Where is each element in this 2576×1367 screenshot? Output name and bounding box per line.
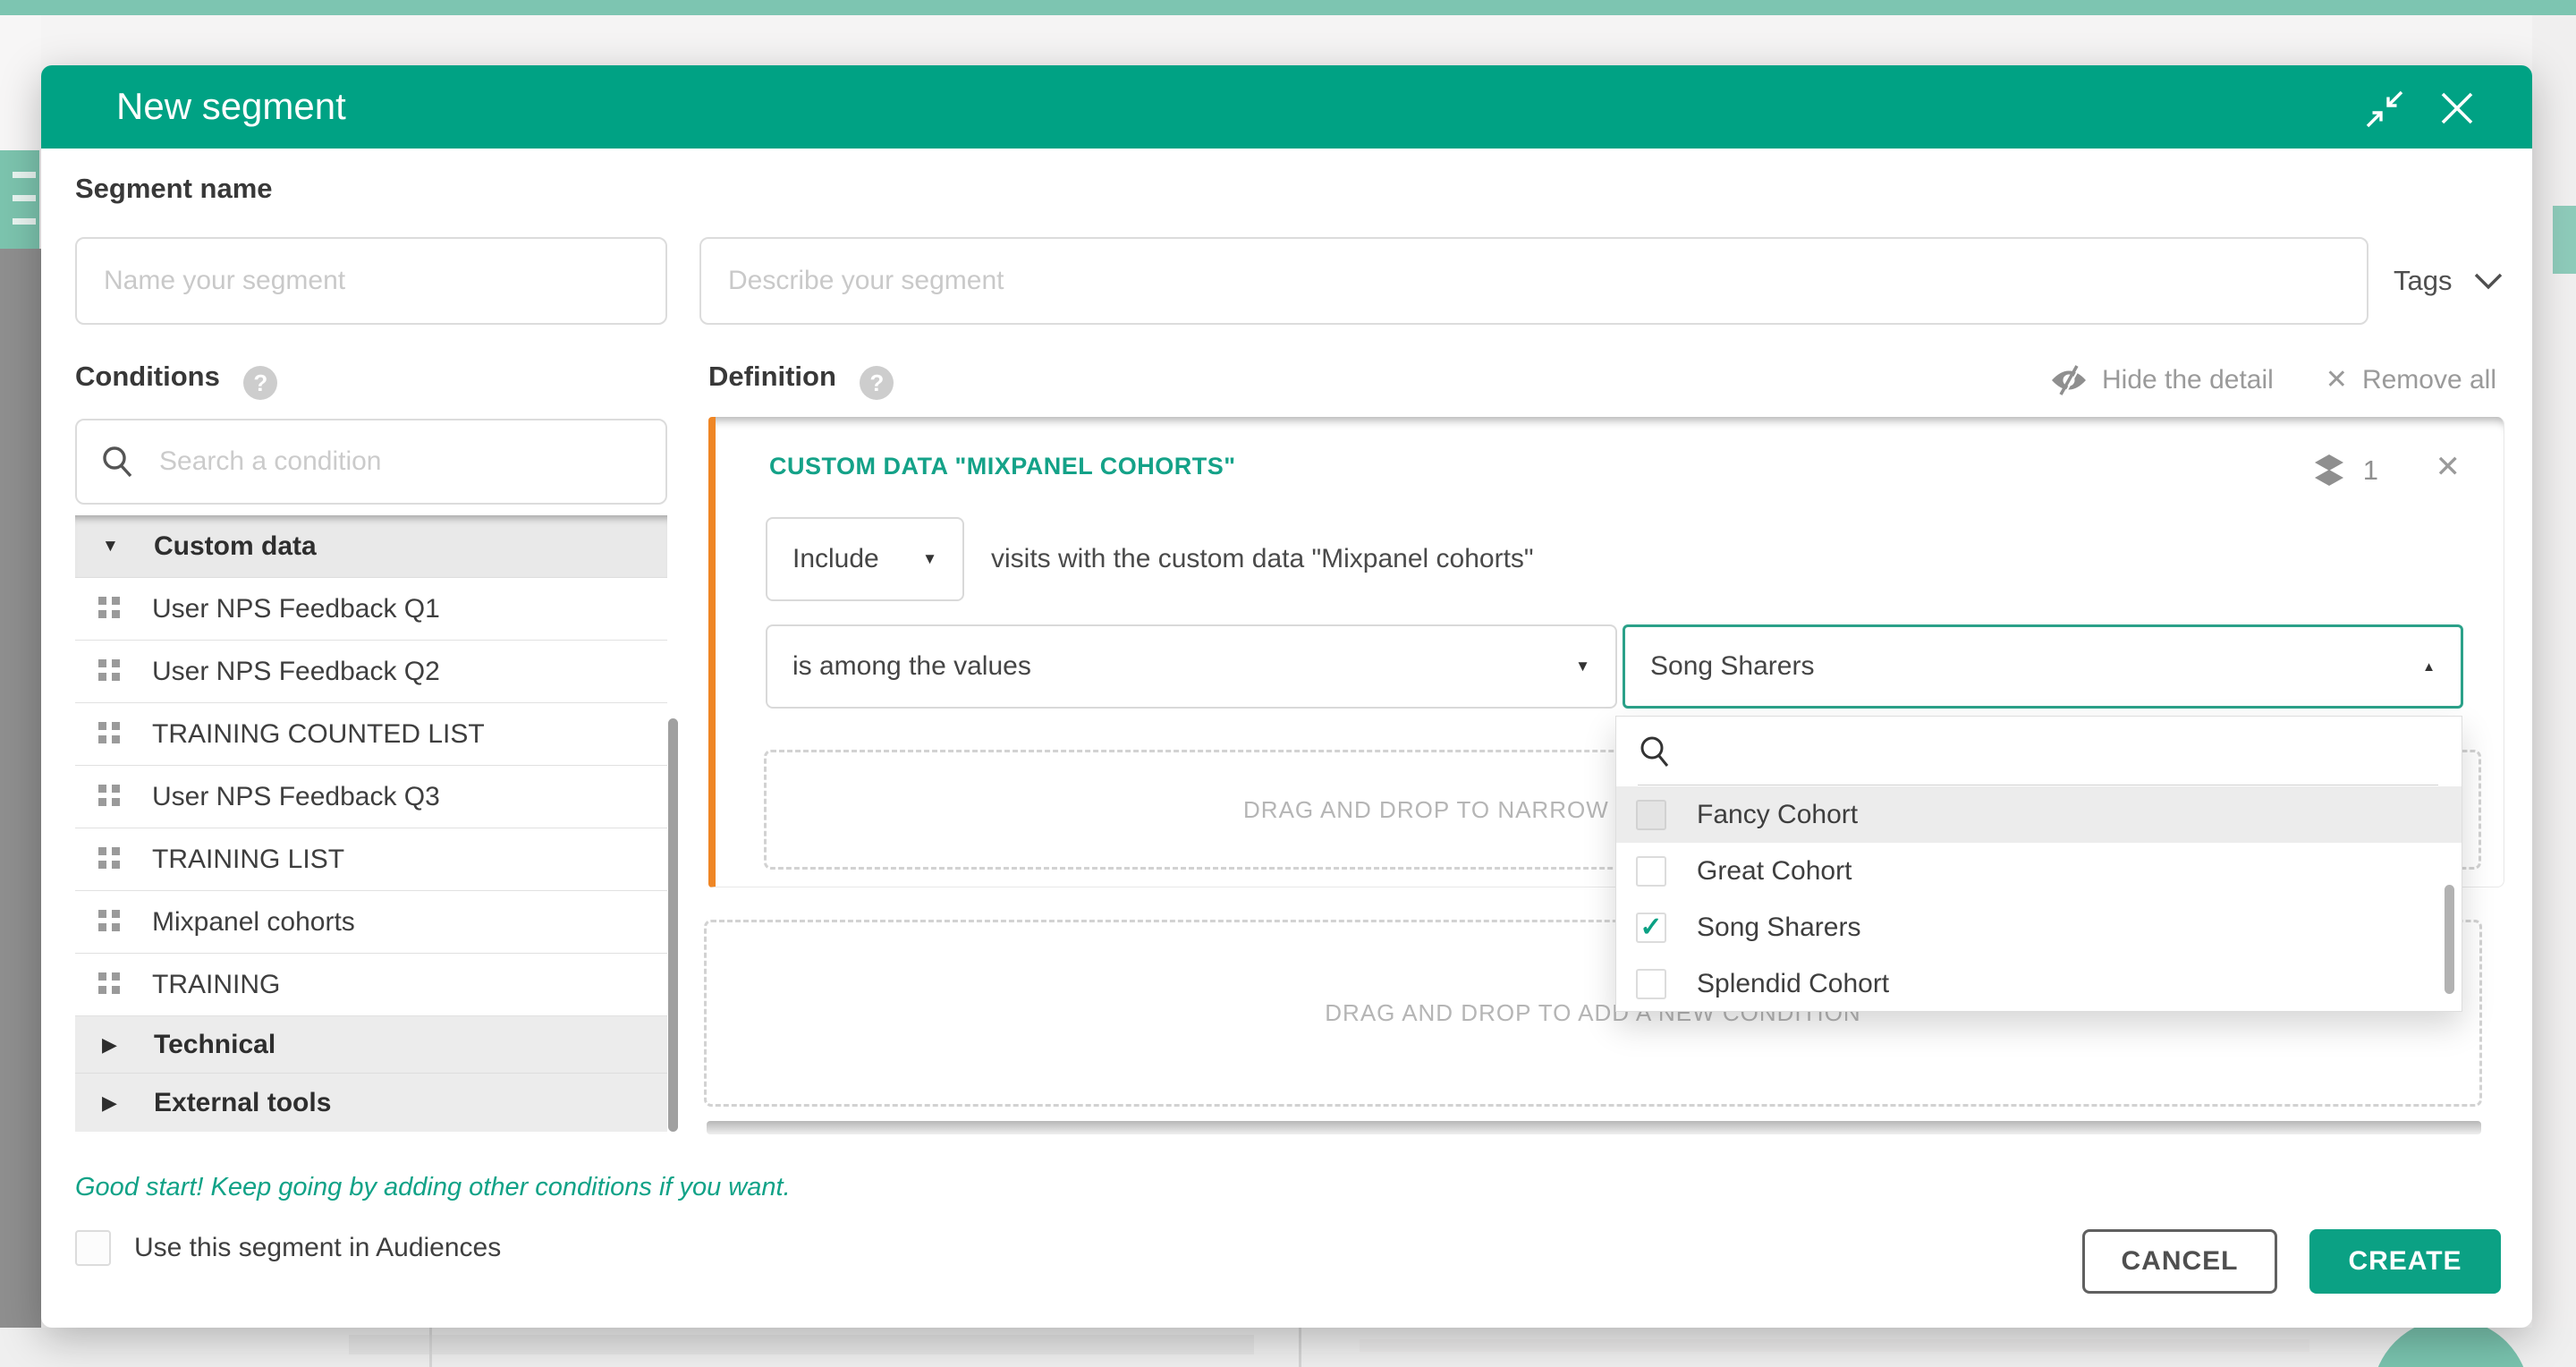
group-custom-data[interactable]: ▼ Custom data	[75, 515, 667, 578]
dimmed-page-bottom	[0, 1328, 2576, 1367]
checkbox-unchecked[interactable]	[1636, 856, 1666, 887]
drag-handle-icon	[98, 972, 123, 998]
option-great-cohort[interactable]: Great Cohort	[1616, 843, 2462, 899]
condition-search-input[interactable]	[157, 446, 642, 478]
include-label: Include	[792, 544, 879, 574]
value-options: Fancy Cohort Great Cohort ✓ Song Sharers…	[1616, 786, 2462, 1012]
hamburger-icon	[13, 172, 36, 178]
condition-stack: 1	[2313, 453, 2378, 488]
drag-handle-icon	[98, 910, 123, 935]
caret-down-icon: ▼	[102, 537, 123, 556]
condition-item[interactable]: TRAINING	[75, 954, 667, 1016]
new-segment-modal: New segment Segment name Tags Conditio	[41, 65, 2532, 1328]
group-label: Technical	[154, 1030, 275, 1060]
close-icon: ✕	[2326, 364, 2348, 395]
condition-item[interactable]: TRAINING COUNTED LIST	[75, 703, 667, 766]
value-label: Song Sharers	[1650, 651, 1814, 682]
checkbox-unchecked[interactable]	[1636, 969, 1666, 999]
drag-handle-icon	[98, 722, 123, 747]
dimmed-sidebar	[0, 249, 41, 1367]
conditions-scrollbar[interactable]	[668, 718, 678, 1132]
close-icon[interactable]	[2437, 89, 2477, 128]
caret-right-icon: ▶	[102, 1033, 123, 1057]
hide-detail-button[interactable]: Hide the detail	[2050, 365, 2274, 395]
operator-label: is among the values	[792, 651, 1031, 682]
remove-all-label: Remove all	[2362, 365, 2496, 395]
condition-item[interactable]: User NPS Feedback Q1	[75, 578, 667, 641]
caret-right-icon: ▶	[102, 1091, 123, 1115]
remove-all-button[interactable]: ✕ Remove all	[2326, 364, 2496, 395]
create-button[interactable]: CREATE	[2309, 1229, 2501, 1294]
drag-handle-icon	[98, 597, 123, 622]
progress-hint: Good start! Keep going by adding other c…	[75, 1173, 791, 1202]
tags-label: Tags	[2394, 265, 2452, 297]
search-icon	[1638, 734, 1674, 770]
conditions-header: Conditions ?	[75, 361, 277, 400]
option-fancy-cohort[interactable]: Fancy Cohort	[1616, 786, 2462, 843]
drag-handle-icon	[98, 847, 123, 872]
caret-up-icon: ▲	[2422, 659, 2436, 675]
tags-dropdown[interactable]: Tags	[2394, 237, 2504, 325]
remove-condition-icon[interactable]: ✕	[2436, 449, 2462, 485]
group-technical[interactable]: ▶ Technical	[75, 1016, 667, 1074]
hide-detail-label: Hide the detail	[2102, 365, 2274, 395]
dimmed-sidebar-toggle	[0, 150, 39, 249]
dimmed-page-accent	[2553, 206, 2576, 274]
divider	[429, 1328, 432, 1367]
value-dropdown-panel: Fancy Cohort Great Cohort ✓ Song Sharers…	[1615, 716, 2462, 1012]
caret-down-icon: ▼	[922, 550, 937, 568]
modal-header: New segment	[41, 65, 2532, 149]
cancel-button[interactable]: CANCEL	[2082, 1229, 2277, 1294]
condition-description: visits with the custom data "Mixpanel co…	[991, 517, 1534, 601]
dropdown-scrollbar[interactable]	[2445, 885, 2454, 994]
segment-name-label: Segment name	[75, 173, 273, 205]
drag-handle-icon	[98, 785, 123, 810]
chevron-down-icon	[2473, 271, 2504, 291]
caret-down-icon: ▼	[1575, 658, 1590, 675]
option-splendid-cohort[interactable]: Splendid Cohort	[1616, 955, 2462, 1012]
definition-label: Definition	[708, 361, 836, 392]
search-icon	[100, 445, 134, 479]
audiences-checkbox[interactable]	[75, 1230, 111, 1266]
checkbox-checked[interactable]: ✓	[1636, 913, 1666, 943]
layers-icon	[2313, 453, 2345, 488]
condition-item[interactable]: User NPS Feedback Q2	[75, 641, 667, 703]
modal-title: New segment	[116, 85, 346, 128]
dimmed-app-topbar	[0, 0, 2576, 15]
condition-card-title: CUSTOM DATA "MIXPANEL COHORTS"	[769, 453, 1236, 480]
check-icon: ✓	[1640, 914, 1662, 941]
condition-search	[75, 419, 667, 505]
dimmed-app-header-edge	[0, 15, 41, 150]
collapse-icon[interactable]	[2364, 89, 2405, 130]
operator-select[interactable]: is among the values ▼	[766, 624, 1617, 709]
stack-count: 1	[2363, 454, 2378, 487]
app-stage: New segment Segment name Tags Conditio	[0, 0, 2576, 1367]
group-label: Custom data	[154, 531, 317, 562]
group-external-tools[interactable]: ▶ External tools	[75, 1074, 667, 1132]
definition-header: Definition ?	[708, 361, 894, 400]
drag-handle-icon	[98, 659, 123, 684]
option-song-sharers[interactable]: ✓ Song Sharers	[1616, 899, 2462, 955]
checkbox-unchecked[interactable]	[1636, 800, 1666, 830]
eye-slash-icon	[2050, 365, 2088, 395]
condition-item[interactable]: Mixpanel cohorts	[75, 891, 667, 954]
include-select[interactable]: Include ▼	[766, 517, 964, 601]
definition-scroll-shadow	[707, 1121, 2481, 1134]
condition-item[interactable]: TRAINING LIST	[75, 828, 667, 891]
value-select[interactable]: Song Sharers ▲	[1623, 624, 2463, 709]
divider	[1299, 1328, 1301, 1367]
audiences-label: Use this segment in Audiences	[134, 1233, 501, 1263]
definition-utilities: Hide the detail ✕ Remove all	[2050, 364, 2496, 395]
condition-item[interactable]: User NPS Feedback Q3	[75, 766, 667, 828]
audiences-row: Use this segment in Audiences	[75, 1230, 501, 1266]
dimmed-panel	[1360, 1339, 2309, 1352]
help-icon[interactable]: ?	[860, 366, 894, 400]
group-label: External tools	[154, 1088, 331, 1118]
help-icon[interactable]: ?	[243, 366, 277, 400]
conditions-list: ▼ Custom data User NPS Feedback Q1 User …	[75, 515, 667, 1132]
dimmed-panel	[349, 1335, 1254, 1354]
segment-description-input[interactable]	[699, 237, 2368, 325]
conditions-label: Conditions	[75, 361, 220, 392]
segment-name-input[interactable]	[75, 237, 667, 325]
